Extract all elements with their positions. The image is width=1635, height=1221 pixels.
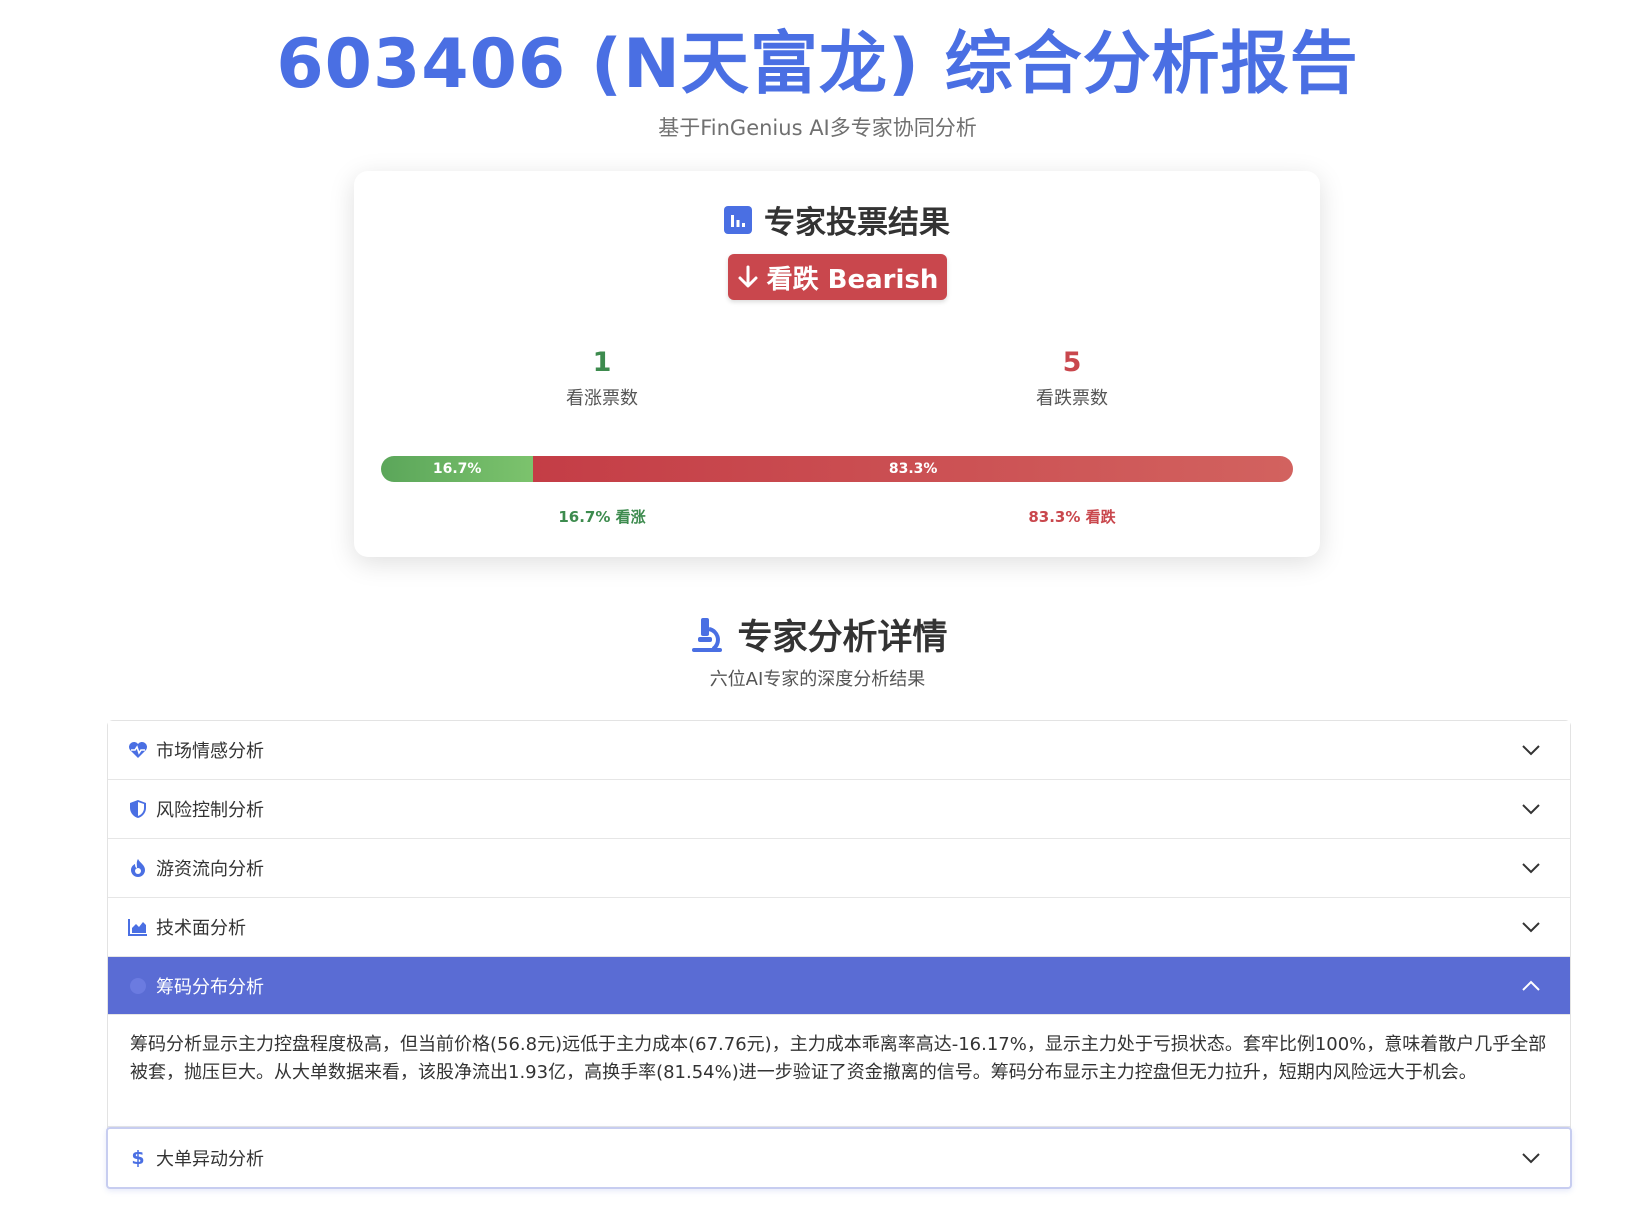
- accordion-item-block-trades[interactable]: $ 大单异动分析: [106, 1127, 1572, 1189]
- vote-progress-bar: 16.7% 83.3%: [381, 456, 1293, 482]
- accordion-body-chip-distribution: 筹码分析显示主力控盘程度极高，但当前价格(56.8元)远低于主力成本(67.76…: [108, 1015, 1570, 1127]
- chip-icon: [128, 976, 148, 996]
- bull-legend: 16.7% 看涨: [558, 508, 646, 526]
- bear-count-block: 5 看跌票数: [972, 346, 1172, 410]
- accordion-item-hot-money[interactable]: 游资流向分析: [108, 839, 1570, 898]
- arrow-down-icon: [738, 265, 758, 288]
- vote-title: 专家投票结果: [354, 197, 1320, 242]
- bear-count: 5: [1062, 347, 1082, 378]
- vote-title-text: 专家投票结果: [764, 205, 950, 241]
- chevron-down-icon: [1522, 863, 1540, 874]
- accordion-item-technical[interactable]: 技术面分析: [108, 898, 1570, 957]
- bull-count-label: 看涨票数: [566, 388, 638, 409]
- section-title-text: 专家分析详情: [737, 618, 948, 658]
- area-chart-icon: [128, 917, 148, 937]
- microscope-icon: [692, 617, 723, 652]
- accordion-label: 技术面分析: [156, 918, 246, 939]
- section-subtitle: 六位AI专家的深度分析结果: [709, 669, 926, 690]
- accordion-item-chip-distribution[interactable]: 筹码分布分析: [108, 957, 1570, 1015]
- accordion-label: 风险控制分析: [156, 800, 264, 821]
- section-title: 专家分析详情: [0, 609, 1635, 660]
- bull-count: 1: [592, 347, 612, 378]
- accordion-item-risk-control[interactable]: 风险控制分析: [108, 780, 1570, 839]
- chevron-down-icon: [1522, 745, 1540, 756]
- chevron-down-icon: [1522, 1153, 1540, 1164]
- expert-accordion: 市场情感分析 风险控制分析 游资流向分析 技术面分析 筹码分布分析 筹码分析显示…: [106, 720, 1572, 1189]
- accordion-label: 大单异动分析: [156, 1149, 264, 1170]
- bull-bar-segment: 16.7%: [381, 456, 534, 482]
- fire-icon: [128, 858, 148, 878]
- dollar-icon: $: [131, 1147, 145, 1169]
- bear-count-label: 看跌票数: [1036, 388, 1108, 409]
- page-title: 603406 (N天富龙) 综合分析报告: [276, 25, 1359, 104]
- chevron-up-icon: [1522, 980, 1540, 991]
- chevron-down-icon: [1522, 804, 1540, 815]
- accordion-label: 市场情感分析: [156, 741, 264, 762]
- accordion-item-market-sentiment[interactable]: 市场情感分析: [108, 721, 1570, 780]
- accordion-label: 游资流向分析: [156, 859, 264, 880]
- page-subtitle: 基于FinGenius AI多专家协同分析: [658, 116, 977, 140]
- accordion-label: 筹码分布分析: [156, 976, 264, 998]
- bear-bar-segment: 83.3%: [533, 456, 1293, 482]
- vote-result-card: 专家投票结果 看跌 Bearish 1 看涨票数 5 看跌票数 16.7% 83…: [354, 171, 1320, 557]
- bar-chart-icon: [724, 205, 752, 234]
- verdict-text: 看跌 Bearish: [766, 264, 939, 295]
- bear-legend: 83.3% 看跌: [1028, 508, 1116, 526]
- chevron-down-icon: [1522, 922, 1540, 933]
- heart-pulse-icon: [128, 740, 148, 760]
- bull-count-block: 1 看涨票数: [502, 346, 702, 410]
- verdict-badge: 看跌 Bearish: [728, 254, 947, 300]
- shield-icon: [128, 799, 148, 819]
